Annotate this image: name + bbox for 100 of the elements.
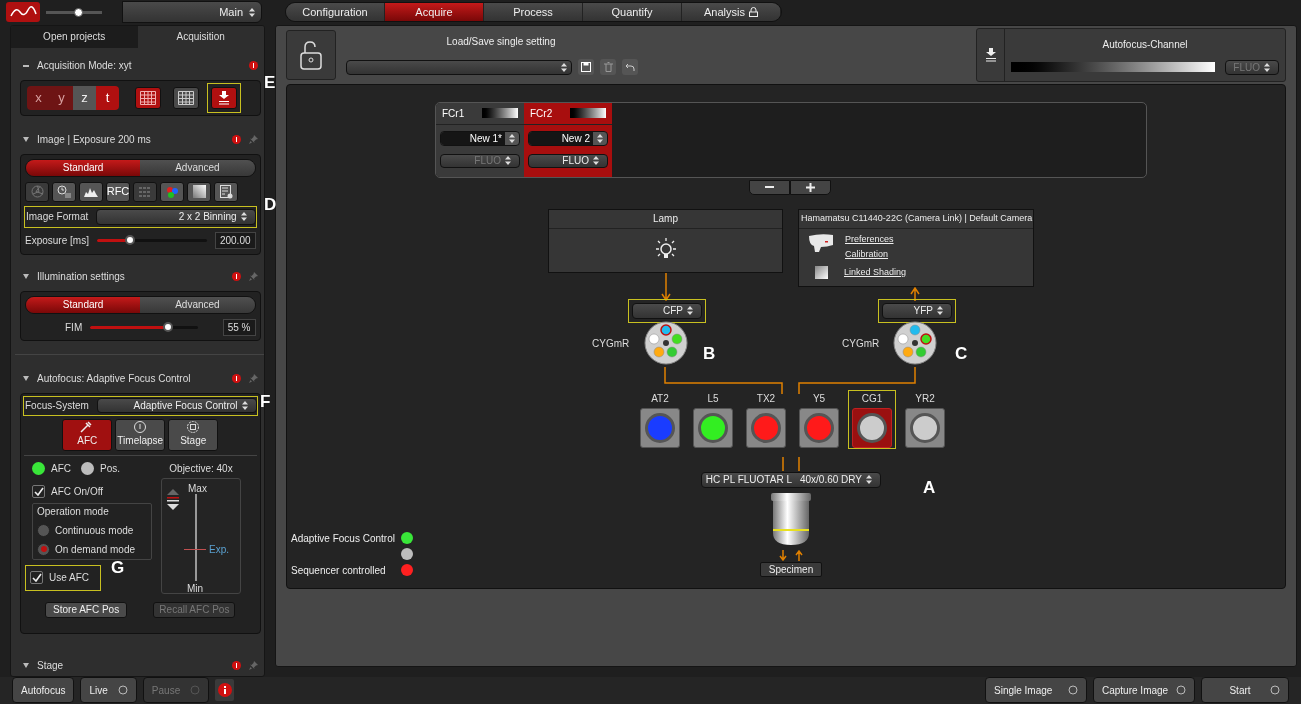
collapse-icon[interactable] (23, 64, 29, 67)
filter-cube-label: TX2 (756, 391, 776, 406)
mode-button[interactable] (173, 86, 199, 109)
afc-checkbox[interactable] (32, 484, 45, 498)
info-icon (248, 61, 258, 71)
mode-tab[interactable]: Advanced (140, 296, 255, 313)
filter-wheel-drawing[interactable] (644, 320, 688, 365)
pin-icon[interactable] (248, 135, 258, 145)
mode-tab[interactable]: Standard (26, 159, 141, 176)
lock-button[interactable] (286, 29, 336, 80)
pin-icon[interactable] (248, 272, 258, 282)
tool-button[interactable] (187, 181, 211, 202)
status-label: AFC (51, 462, 71, 477)
slider-thumb[interactable] (124, 235, 135, 246)
mode-select[interactable]: FLUO (528, 153, 608, 168)
filter-cube-label: CG1 (861, 391, 883, 406)
workflow-tab[interactable]: Quantify (583, 3, 682, 22)
intensity-gradient (570, 108, 606, 119)
fim-value[interactable]: 55 % (222, 319, 256, 337)
camera-link[interactable]: Linked Shading (844, 265, 907, 280)
field-label: Image Format (25, 210, 89, 225)
exposure-value[interactable]: 200.00 (214, 232, 256, 250)
info-button[interactable] (215, 679, 235, 702)
save-icon (581, 62, 591, 73)
mode-tab[interactable]: Advanced (140, 159, 255, 176)
focus-tab[interactable]: Timelapse (115, 418, 166, 451)
radio-button[interactable] (37, 523, 50, 537)
mode-button[interactable] (135, 86, 161, 109)
mode-tab[interactable]: Standard (26, 296, 141, 313)
lamp-title: Lamp (653, 212, 678, 227)
tool-button[interactable]: RFC (106, 181, 130, 202)
undo-icon (625, 62, 635, 72)
axis-toggle[interactable]: z (73, 85, 96, 110)
axis-toggle[interactable]: x (27, 85, 50, 110)
capture-button[interactable]: Single Image (985, 677, 1087, 704)
filter-cube-button[interactable] (905, 407, 945, 448)
pin-icon[interactable] (248, 374, 258, 384)
objective-select[interactable]: HC PL FLUOTAR L 40x/0.60 DRY (701, 471, 881, 488)
filter-cube-button[interactable] (799, 407, 839, 448)
focus-system-select[interactable]: Adaptive Focus Control (96, 398, 257, 414)
tool-button[interactable] (160, 181, 184, 202)
status-ring-icon (1176, 685, 1186, 696)
delete-button[interactable] (600, 59, 616, 76)
download-icon (984, 47, 997, 62)
camera-title: Hamamatsu C11440-22C (Camera Link) | Default Camera (800, 211, 1033, 225)
filter-cube-button[interactable] (746, 407, 786, 448)
use-afc-checkbox[interactable] (30, 571, 43, 585)
radio-button[interactable] (37, 542, 50, 556)
expand-triangle-icon[interactable] (23, 137, 29, 143)
lock-icon (749, 7, 758, 18)
tool-button[interactable] (52, 181, 76, 202)
specimen-button[interactable]: Specimen (760, 561, 822, 577)
grid-icon (140, 90, 156, 105)
workspace-select[interactable]: Main (122, 1, 262, 24)
status-ring-icon (1068, 685, 1078, 696)
undo-button[interactable] (622, 59, 638, 76)
section-title: Illumination settings (37, 270, 126, 285)
expand-triangle-icon[interactable] (23, 663, 29, 669)
setting-select[interactable]: New 2 (528, 130, 608, 146)
toolbar-button[interactable]: Autofocus (12, 677, 75, 704)
zoom-slider-thumb[interactable] (74, 7, 83, 17)
workflow-tab[interactable]: Acquire (385, 3, 484, 22)
expand-triangle-icon[interactable] (23, 274, 29, 280)
pin-icon[interactable] (248, 661, 258, 671)
filter-wheel-drawing[interactable] (893, 320, 937, 365)
filter-cube-button[interactable] (852, 407, 892, 448)
channel-column[interactable]: FCr2 New 2 FLUO (524, 102, 612, 177)
callout-letter: B (703, 343, 716, 365)
aperture-icon (30, 185, 44, 199)
filter-cube-button[interactable] (693, 407, 733, 448)
camera-link[interactable]: Preferences (845, 232, 894, 247)
focus-tab[interactable]: Stage (168, 418, 219, 451)
slider-thumb[interactable] (162, 322, 173, 333)
image-format-select[interactable]: 2 x 2 Binning (96, 208, 256, 225)
capture-button[interactable]: Capture Image (1093, 677, 1195, 704)
tool-button[interactable] (214, 181, 238, 202)
status-label: Pos. (100, 462, 120, 477)
axis-toggle[interactable]: y (50, 85, 73, 110)
panel-tab[interactable]: Open projects (11, 25, 138, 48)
step-arrows-icon[interactable] (167, 488, 179, 513)
focus-tab[interactable]: AFC (62, 418, 113, 451)
down-arrow-icon (661, 272, 671, 301)
tool-button[interactable] (79, 181, 103, 202)
workflow-tab[interactable]: Analysis (682, 3, 781, 22)
camera-link[interactable]: Calibration (845, 248, 894, 262)
axis-toggle[interactable]: t (96, 85, 119, 110)
filter-select[interactable]: CFP (632, 302, 702, 319)
filter-cube-button[interactable] (640, 407, 680, 448)
expand-triangle-icon[interactable] (23, 376, 29, 382)
workflow-tab[interactable]: Configuration (286, 3, 385, 22)
sort-arrows-icon (505, 156, 511, 166)
workflow-tab[interactable]: Process (484, 3, 583, 22)
afc-position-button[interactable]: Store AFC Pos (45, 601, 128, 618)
toolbar-button[interactable]: Live (80, 677, 137, 704)
up-arrow-icon (910, 286, 920, 301)
objective-label: Objective: 40x (169, 462, 233, 477)
save-button[interactable] (578, 59, 594, 76)
capture-button[interactable]: Start (1201, 677, 1289, 704)
section-title: Image | Exposure 200 ms (37, 133, 152, 148)
filter-select[interactable]: YFP (882, 302, 952, 319)
